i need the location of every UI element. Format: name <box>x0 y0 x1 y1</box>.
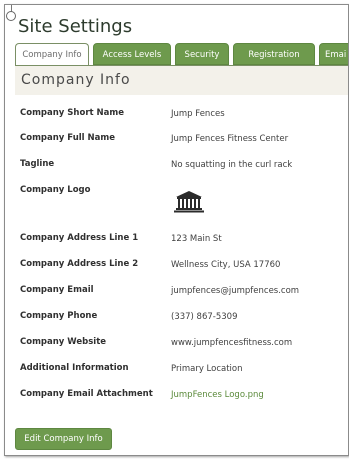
company-phone-label: Company Phone <box>20 311 98 321</box>
row-additional-information: Additional Information Primary Location <box>15 363 348 383</box>
settings-tabs: Company Info Access Levels Security Regi… <box>15 43 348 66</box>
row-company-email-attachment: Company Email Attachment JumpFences Logo… <box>15 389 348 409</box>
row-company-full-name: Company Full Name Jump Fences Fitness Ce… <box>15 133 348 153</box>
page-header: Site Settings <box>5 5 348 43</box>
row-company-address-2: Company Address Line 2 Wellness City, US… <box>15 259 348 279</box>
tagline-label: Tagline <box>20 159 55 169</box>
row-tagline: Tagline No squatting in the curl rack <box>15 159 348 179</box>
section-title: Company Info <box>21 72 131 88</box>
company-full-name-label: Company Full Name <box>20 133 115 143</box>
additional-information-value: Primary Location <box>171 364 243 374</box>
pin-icon <box>6 11 16 21</box>
row-company-phone: Company Phone (337) 867-5309 <box>15 311 348 331</box>
company-address-2-value: Wellness City, USA 17760 <box>171 260 281 270</box>
company-website-label: Company Website <box>20 337 107 347</box>
company-short-name-label: Company Short Name <box>20 108 125 118</box>
company-short-name-value: Jump Fences <box>171 109 225 119</box>
tab-registration[interactable]: Registration <box>233 43 315 65</box>
company-address-1-value: 123 Main St <box>171 234 222 244</box>
company-email-attachment-link[interactable]: JumpFences Logo.png <box>171 390 264 400</box>
tab-email[interactable]: Emai <box>319 43 348 65</box>
company-logo-image <box>171 185 207 215</box>
tab-security[interactable]: Security <box>175 43 229 65</box>
row-company-logo: Company Logo <box>15 185 348 221</box>
company-email-attachment-label: Company Email Attachment <box>20 389 153 399</box>
page-title: Site Settings <box>18 16 133 37</box>
row-company-email: Company Email jumpfences@jumpfences.com <box>15 285 348 305</box>
company-phone-value: (337) 867-5309 <box>171 312 238 322</box>
tagline-value: No squatting in the curl rack <box>171 160 293 170</box>
row-company-short-name: Company Short Name Jump Fences <box>15 108 348 128</box>
site-settings-panel: Site Settings Company Info Access Levels… <box>4 4 349 456</box>
tab-company-info[interactable]: Company Info <box>15 43 89 66</box>
row-company-website: Company Website www.jumpfencesfitness.co… <box>15 337 348 357</box>
edit-company-info-button[interactable]: Edit Company Info <box>15 428 112 450</box>
company-full-name-value: Jump Fences Fitness Center <box>171 134 289 144</box>
company-address-1-label: Company Address Line 1 <box>20 233 139 243</box>
additional-information-label: Additional Information <box>20 363 129 373</box>
company-logo-label: Company Logo <box>20 185 91 195</box>
company-logo-icon <box>171 185 207 215</box>
company-website-value: www.jumpfencesfitness.com <box>171 338 293 348</box>
section-header: Company Info <box>15 65 348 95</box>
company-email-label: Company Email <box>20 285 94 295</box>
tab-access-levels[interactable]: Access Levels <box>93 43 171 65</box>
row-company-address-1: Company Address Line 1 123 Main St <box>15 233 348 253</box>
company-email-value: jumpfences@jumpfences.com <box>171 286 300 296</box>
company-address-2-label: Company Address Line 2 <box>20 259 139 269</box>
